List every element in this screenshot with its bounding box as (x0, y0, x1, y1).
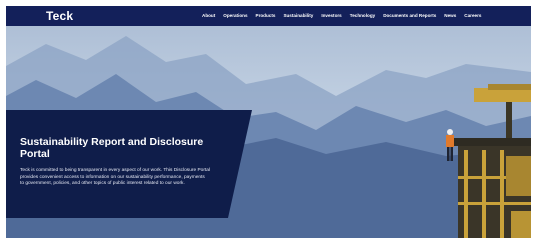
nav-operations[interactable]: Operations (223, 6, 247, 26)
nav-documents-and-reports[interactable]: Documents and Reports (383, 6, 436, 26)
main-nav: About Operations Products Sustainability… (202, 6, 481, 26)
nav-sustainability[interactable]: Sustainability (283, 6, 313, 26)
hero-title: Sustainability Report and Disclosure Por… (20, 136, 204, 160)
nav-careers[interactable]: Careers (464, 6, 481, 26)
page-frame: Teck About Operations Products Sustainab… (6, 6, 531, 238)
top-navbar: Teck About Operations Products Sustainab… (6, 6, 531, 26)
teck-logo[interactable]: Teck (46, 8, 73, 24)
nav-technology[interactable]: Technology (350, 6, 375, 26)
nav-products[interactable]: Products (256, 6, 276, 26)
hero-text-panel (6, 110, 252, 218)
nav-about[interactable]: About (202, 6, 215, 26)
hero-description: Teck is committed to being transparent i… (20, 168, 211, 187)
nav-investors[interactable]: Investors (321, 6, 341, 26)
nav-news[interactable]: News (444, 6, 456, 26)
